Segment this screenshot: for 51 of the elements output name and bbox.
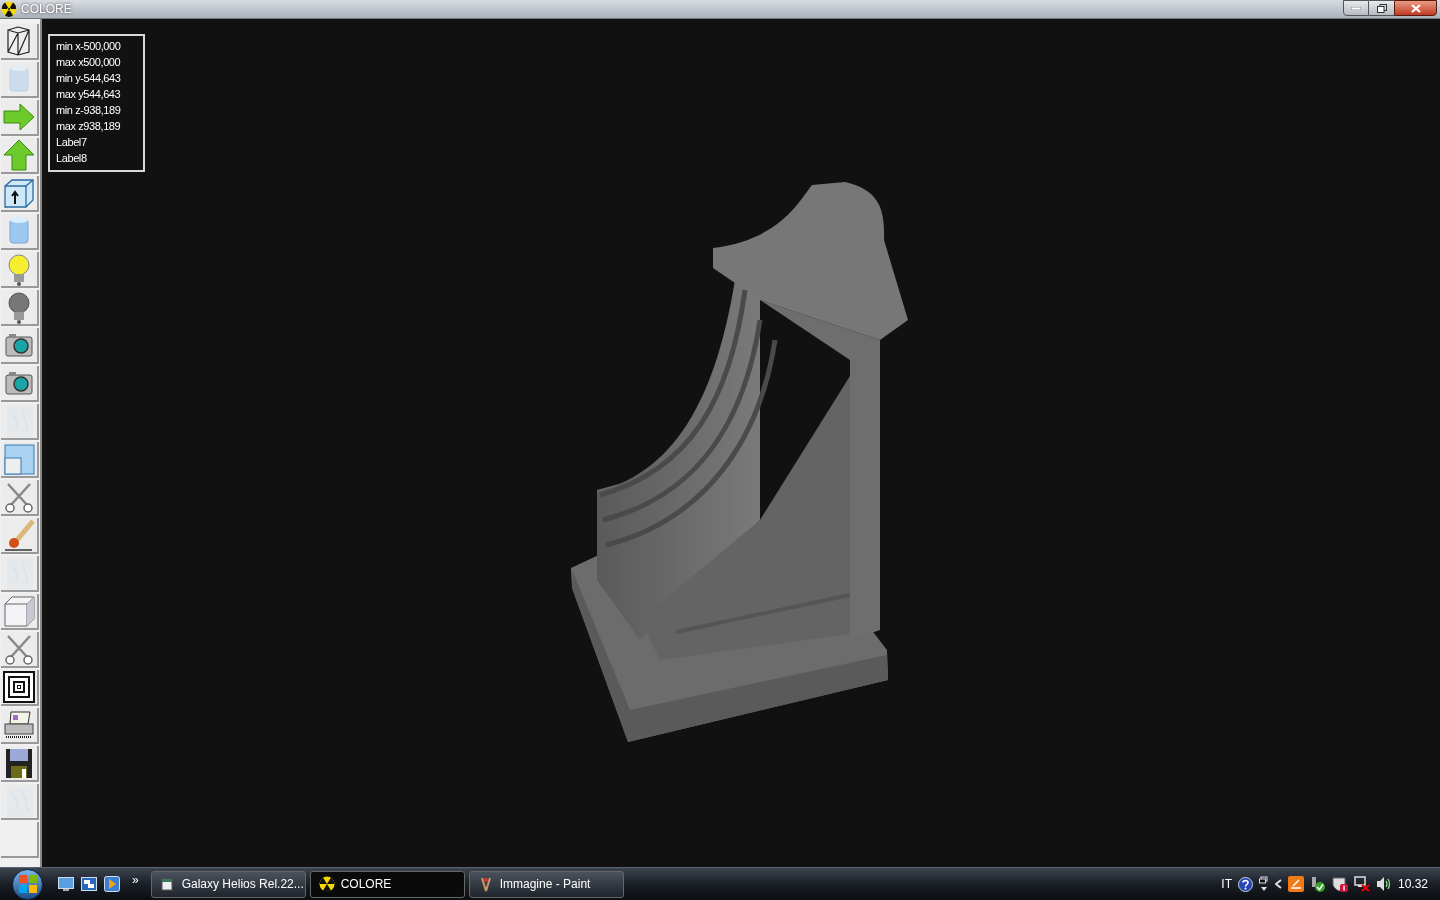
info-label: max y544,643 <box>56 87 122 102</box>
start-button[interactable] <box>12 868 43 900</box>
close-icon <box>1410 3 1421 13</box>
close-button[interactable] <box>1394 0 1437 16</box>
info-label: Label8 <box>56 151 88 166</box>
taskbar-button[interactable]: COLORE <box>309 870 465 898</box>
arrow-up-icon <box>2 138 36 172</box>
windows-logo-icon <box>17 874 38 894</box>
info-label: max x500,000 <box>56 55 122 70</box>
toolbar-button[interactable] <box>1 366 39 402</box>
toolbar-button[interactable] <box>1 24 39 60</box>
network-error-icon[interactable] <box>1353 876 1370 892</box>
toolbar-button[interactable] <box>1 746 39 782</box>
window-switch-icon[interactable] <box>81 877 97 891</box>
toolbar-button[interactable] <box>1 670 39 706</box>
info-label: Label7 <box>56 135 88 150</box>
info-label: min y-544,643 <box>56 71 122 86</box>
restore-button[interactable] <box>1369 0 1394 16</box>
info-label: min x-500,000 <box>56 39 122 54</box>
info-label: min z-938,189 <box>56 103 122 118</box>
minimize-button[interactable] <box>1343 0 1369 16</box>
help-icon[interactable] <box>1237 876 1253 892</box>
minimize-icon <box>1351 6 1361 10</box>
volume-icon[interactable] <box>1375 876 1392 892</box>
restore-icon <box>1376 3 1387 13</box>
taskbar-button[interactable]: Galaxy Helios Rel.22... <box>150 870 306 898</box>
info-label: max z938,189 <box>56 119 122 134</box>
toolbar-button[interactable] <box>1 176 39 212</box>
media-player-icon[interactable] <box>104 876 120 892</box>
cube-icon <box>2 594 36 628</box>
radiation-icon <box>1 1 17 17</box>
check-tray-icon[interactable] <box>1309 876 1326 892</box>
window-panel-icon <box>2 442 36 476</box>
clock[interactable]: 10.32 <box>1397 875 1428 893</box>
pen-tray-icon[interactable] <box>1287 876 1304 892</box>
radiation-icon <box>318 876 335 892</box>
window-title: COLORE <box>21 1 72 18</box>
desktop-icon[interactable] <box>58 877 74 891</box>
cube-arrow-icon <box>2 176 36 210</box>
toolbar-button[interactable] <box>1 328 39 364</box>
overflow-chevron[interactable]: » <box>132 871 139 889</box>
paint-brush-icon <box>2 518 36 552</box>
arrow-right-icon <box>2 100 36 134</box>
chevron-left-icon[interactable] <box>1274 879 1282 889</box>
shield-icon[interactable] <box>1331 876 1348 892</box>
language-indicator[interactable]: IT <box>1221 875 1232 893</box>
document-icon <box>159 876 176 892</box>
concentric-squares-icon <box>2 670 36 704</box>
taskbar-button[interactable]: Immagine - Paint <box>468 870 624 898</box>
toolbar-button[interactable] <box>1 708 39 744</box>
windows-tray-icon[interactable] <box>1258 876 1269 892</box>
